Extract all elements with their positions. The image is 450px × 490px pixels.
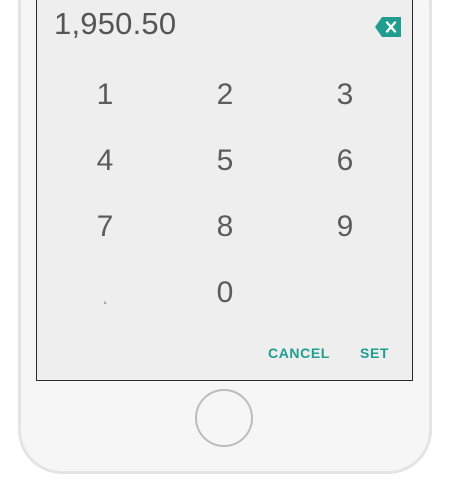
key-9[interactable]: 9	[305, 202, 385, 252]
key-0[interactable]: 0	[185, 268, 265, 318]
amount-display: 1,950.50	[54, 6, 177, 41]
key-4[interactable]: 4	[65, 136, 145, 186]
key-decimal[interactable]: .	[65, 272, 145, 322]
backspace-icon[interactable]	[374, 16, 402, 38]
key-1[interactable]: 1	[65, 70, 145, 120]
key-8[interactable]: 8	[185, 202, 265, 252]
numeric-keypad-dialog: 1,950.50 1 2 3 4 5 6 7 8 9 . 0 CANCEL SE…	[36, 0, 413, 381]
key-5[interactable]: 5	[185, 136, 265, 186]
key-2[interactable]: 2	[185, 70, 265, 120]
set-button[interactable]: SET	[360, 345, 389, 361]
cancel-button[interactable]: CANCEL	[268, 345, 330, 361]
key-3[interactable]: 3	[305, 70, 385, 120]
phone-mockup: 1,950.50 1 2 3 4 5 6 7 8 9 . 0 CANCEL SE…	[0, 0, 450, 490]
key-6[interactable]: 6	[305, 136, 385, 186]
home-button[interactable]	[195, 389, 253, 447]
key-7[interactable]: 7	[65, 202, 145, 252]
